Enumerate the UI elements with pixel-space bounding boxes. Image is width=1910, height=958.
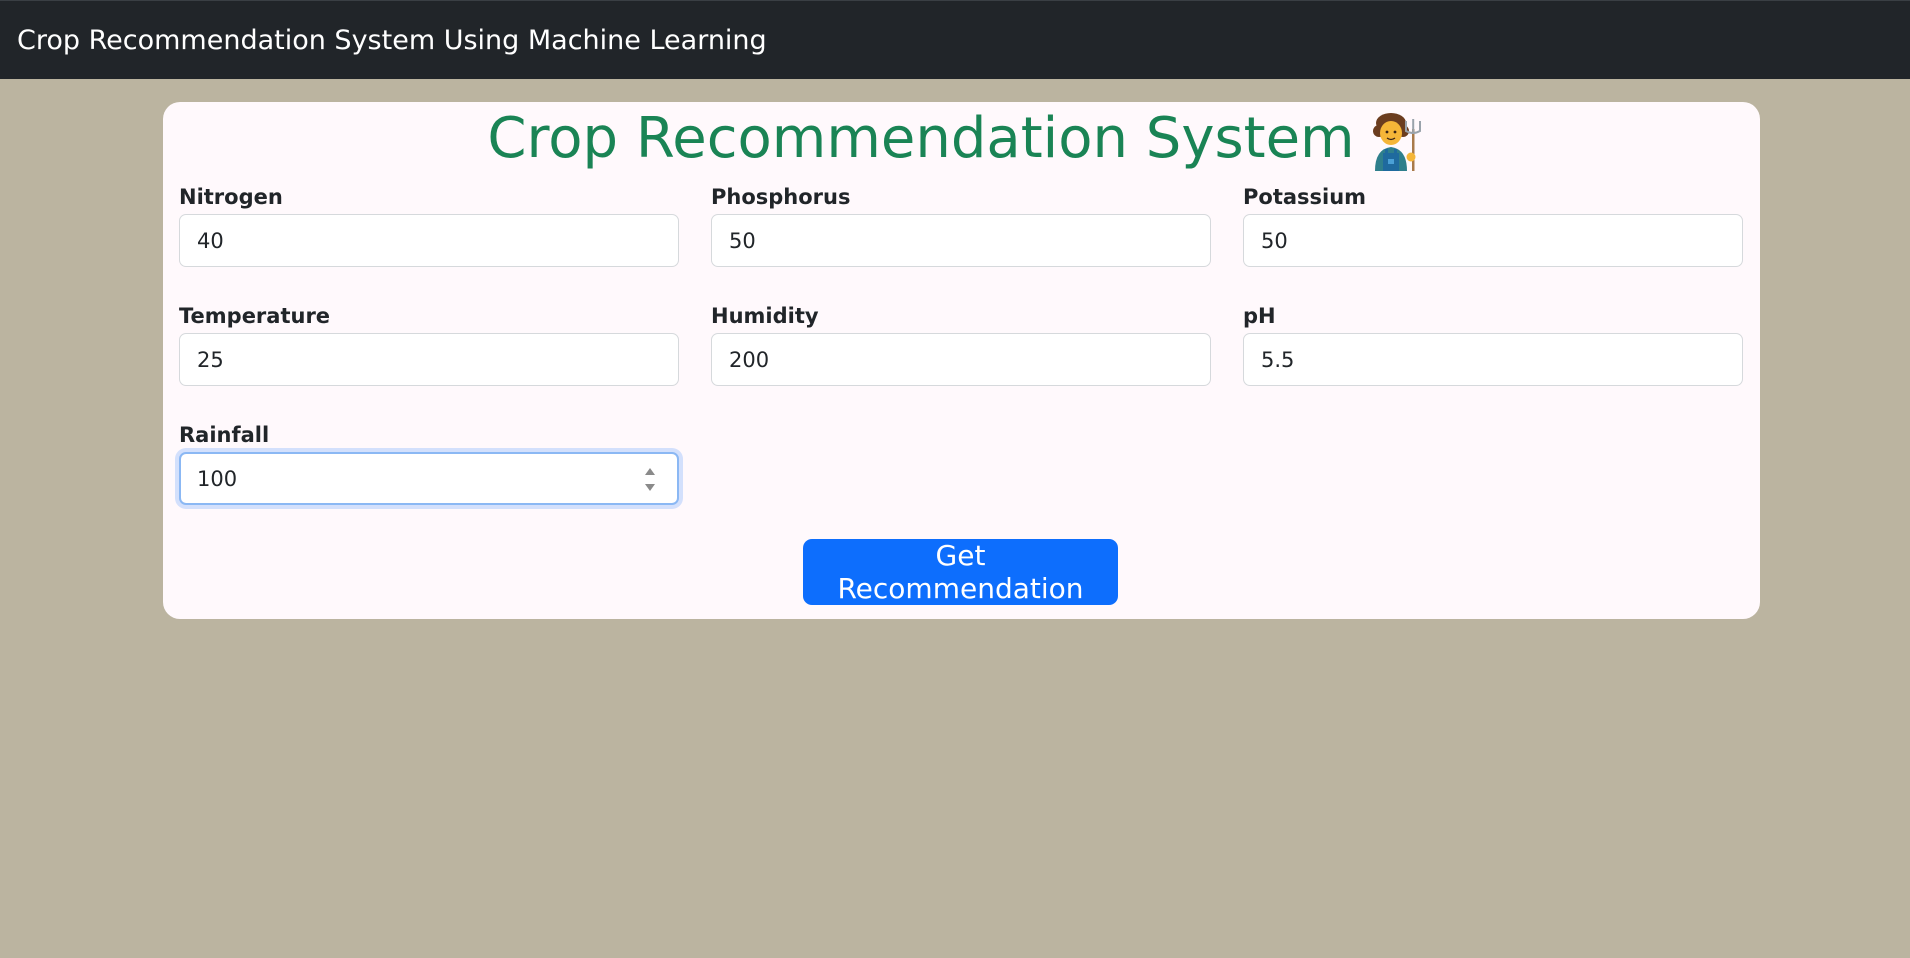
spinner-down-icon[interactable]: [645, 484, 655, 491]
temperature-input[interactable]: 25: [179, 333, 679, 386]
potassium-label: Potassium: [1243, 185, 1367, 209]
navbar: Crop Recommendation System Using Machine…: [0, 0, 1910, 79]
humidity-label: Humidity: [711, 304, 819, 328]
page-title: Crop Recommendation System: [487, 106, 1355, 171]
ph-input[interactable]: 5.5: [1243, 333, 1743, 386]
humidity-value: 200: [729, 347, 770, 372]
phosphorus-input[interactable]: 50: [711, 214, 1211, 267]
rainfall-value: 100: [197, 466, 238, 491]
temperature-label: Temperature: [179, 304, 331, 328]
ph-label: pH: [1243, 304, 1276, 328]
temperature-value: 25: [197, 347, 224, 372]
nitrogen-value: 40: [197, 228, 224, 253]
farmer-icon: [1372, 112, 1421, 171]
rainfall-label: Rainfall: [179, 423, 270, 447]
phosphorus-value: 50: [729, 228, 756, 253]
navbar-brand[interactable]: Crop Recommendation System Using Machine…: [17, 25, 767, 56]
nitrogen-input[interactable]: 40: [179, 214, 679, 267]
number-spinner-icon[interactable]: [643, 465, 657, 495]
potassium-input[interactable]: 50: [1243, 214, 1743, 267]
get-recommendation-button[interactable]: Get Recommendation: [803, 539, 1118, 605]
phosphorus-label: Phosphorus: [711, 185, 851, 209]
spinner-up-icon[interactable]: [645, 468, 655, 475]
page-title-container: Crop Recommendation System: [0, 106, 1910, 171]
humidity-input[interactable]: 200: [711, 333, 1211, 386]
nitrogen-label: Nitrogen: [179, 185, 283, 209]
potassium-value: 50: [1261, 228, 1288, 253]
ph-value: 5.5: [1261, 347, 1295, 372]
rainfall-input[interactable]: 100: [179, 452, 679, 505]
